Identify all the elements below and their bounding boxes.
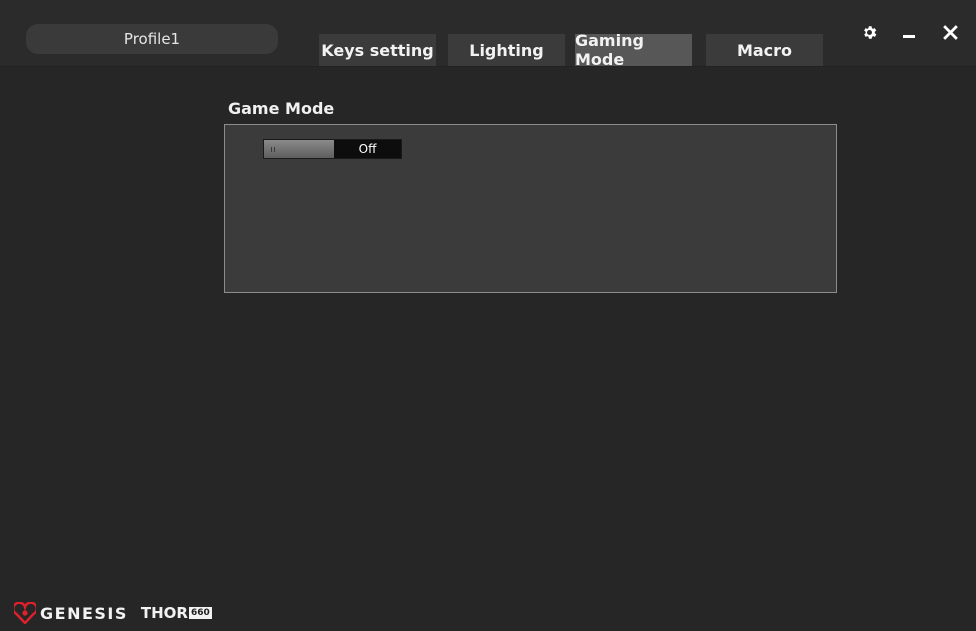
settings-button[interactable] <box>857 20 881 44</box>
tab-keys-setting[interactable]: Keys setting <box>319 34 436 66</box>
profile-name: Profile1 <box>123 30 181 48</box>
close-icon <box>942 24 958 40</box>
minimize-icon <box>903 35 915 38</box>
model-badge: 660 <box>188 607 212 619</box>
brand-logo: GENESIS THOR 660 <box>14 601 212 625</box>
tab-macro[interactable]: Macro <box>706 34 823 66</box>
section-title: Game Mode <box>228 99 335 118</box>
minimize-button[interactable] <box>897 20 921 44</box>
tab-label: Lighting <box>469 40 544 60</box>
game-mode-panel: Off <box>224 124 837 293</box>
tab-label: Macro <box>736 40 793 60</box>
brand-name: GENESIS <box>40 603 128 623</box>
game-mode-toggle[interactable]: Off <box>263 139 402 159</box>
tab-label: Gaming Mode <box>575 31 644 69</box>
toggle-state-label: Off <box>334 140 401 158</box>
toggle-knob[interactable] <box>264 140 334 158</box>
grip-mark <box>271 147 272 152</box>
top-bar: Profile1 Keys setting Lighting Gaming Mo… <box>0 0 976 69</box>
grip-mark <box>274 147 275 152</box>
genesis-logo-icon <box>14 602 36 624</box>
tab-lighting[interactable]: Lighting <box>448 34 565 66</box>
gear-icon <box>863 25 876 39</box>
close-button[interactable] <box>938 20 962 44</box>
tab-gaming-mode[interactable]: Gaming Mode <box>575 31 692 69</box>
tab-label: Keys setting <box>321 40 434 60</box>
product-name: THOR 660 <box>141 604 212 622</box>
profile-selector[interactable]: Profile1 <box>26 24 278 54</box>
product-label: THOR <box>140 604 188 622</box>
